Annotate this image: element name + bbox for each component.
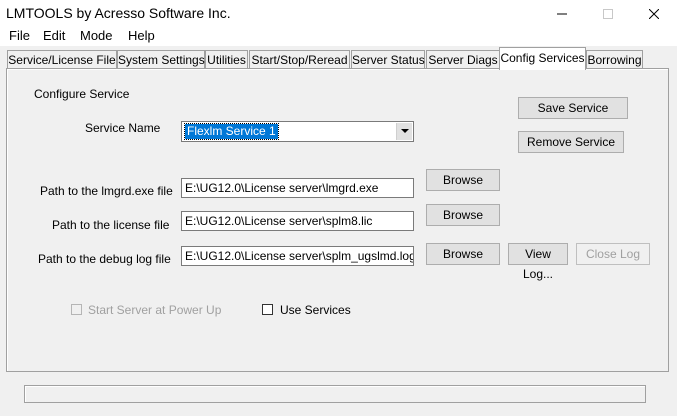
tab-service-license-file[interactable]: Service/License File [7,50,117,69]
menu-file[interactable]: File [9,28,30,43]
license-path-input[interactable]: E:\UG12.0\License server\splm8.lic [181,211,414,231]
tab-start-stop-reread[interactable]: Start/Stop/Reread [249,50,350,69]
service-name-combobox[interactable]: Flexlm Service 1 [181,121,414,142]
close-icon [649,9,659,19]
menu-help[interactable]: Help [128,28,155,43]
title-bar[interactable]: LMTOOLS by Acresso Software Inc. [0,0,677,28]
debug-log-path-input[interactable]: E:\UG12.0\License server\splm_ugslmd.log [181,246,414,266]
browse-lmgrd-button[interactable]: Browse [426,169,500,191]
tab-utilities[interactable]: Utilities [205,50,248,69]
minimize-button[interactable] [539,0,585,28]
tab-system-settings[interactable]: System Settings [117,50,205,69]
maximize-button[interactable] [585,0,631,28]
minimize-icon [557,13,567,15]
lmgrd-path-label: Path to the lmgrd.exe file [40,184,173,198]
tab-server-diags[interactable]: Server Diags [426,50,500,69]
view-log-button[interactable]: View Log... [508,243,568,281]
start-power-up-label: Start Server at Power Up [88,303,222,317]
remove-service-button[interactable]: Remove Service [518,131,624,153]
close-log-button: Close Log [576,243,650,265]
tab-config-services[interactable]: Config Services [499,47,586,70]
maximize-icon [603,9,613,19]
chevron-down-icon [401,129,409,133]
close-button[interactable] [631,0,677,28]
license-path-label: Path to the license file [52,218,170,232]
use-services-label[interactable]: Use Services [280,303,351,317]
browse-license-button[interactable]: Browse [426,204,500,226]
start-power-up-checkbox [71,304,82,315]
use-services-checkbox[interactable] [262,304,273,315]
window-title: LMTOOLS by Acresso Software Inc. [6,5,231,21]
save-service-button[interactable]: Save Service [518,97,628,119]
browse-debug-log-button[interactable]: Browse [426,243,500,265]
tab-server-status[interactable]: Server Status [351,50,425,69]
service-name-label: Service Name [85,121,161,135]
menu-mode[interactable]: Mode [80,28,113,43]
lmgrd-path-input[interactable]: E:\UG12.0\License server\lmgrd.exe [181,178,414,198]
debug-log-path-label: Path to the debug log file [38,252,171,266]
combo-dropdown-button[interactable] [396,123,412,140]
configure-service-label: Configure Service [34,87,130,101]
menu-bar: File Edit Mode Help [0,26,677,46]
tab-borrowing[interactable]: Borrowing [586,50,643,69]
service-name-value: Flexlm Service 1 [184,123,279,140]
menu-edit[interactable]: Edit [43,28,65,43]
status-bar [24,385,646,403]
